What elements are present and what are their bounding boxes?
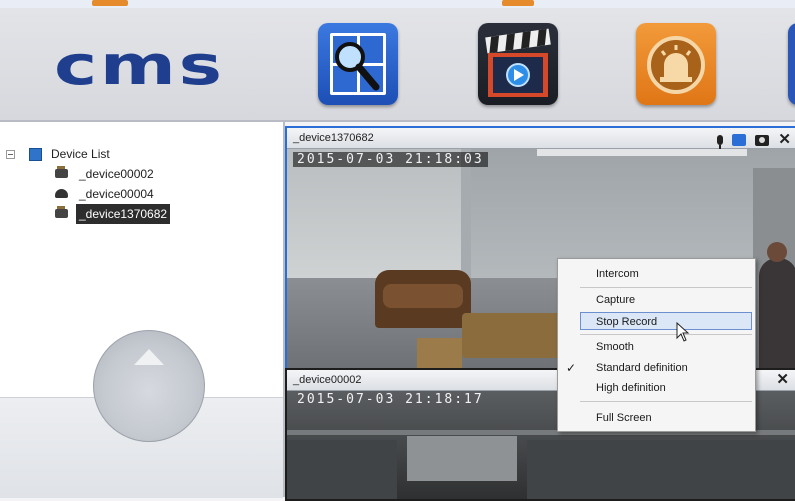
playback-button[interactable] [478,23,558,105]
menu-item-stop-record[interactable]: Stop Record [580,312,752,330]
menu-item-label: Standard definition [596,362,688,374]
menu-item-label: Smooth [596,341,634,353]
microphone-icon[interactable] [717,135,724,150]
context-menu: Intercom Capture Stop Record Smooth ✓ St… [557,258,756,432]
osd-timestamp: 2015-07-03 21:18:17 [297,392,484,407]
playback-icon [485,28,551,97]
device-name: _device00004 [79,187,154,201]
camera-bullet-icon [55,206,68,218]
ptz-wheel[interactable] [93,330,205,442]
menu-item-intercom[interactable]: Intercom [558,265,755,283]
device-list-label: Device List [51,147,110,161]
snapshot-icon[interactable] [755,134,770,146]
menu-separator [580,334,752,335]
orange-mark [92,0,128,6]
alarm-button[interactable] [636,23,716,105]
menu-item-capture[interactable]: Capture [558,291,755,309]
menu-item-high-definition[interactable]: High definition [558,379,755,397]
search-button[interactable] [318,23,398,105]
device-name: _device1370682 [76,204,171,224]
menu-item-label: Intercom [596,268,639,280]
menu-item-label: Full Screen [596,412,652,424]
close-icon[interactable]: ✕ [778,132,791,147]
menu-item-label: High definition [596,382,666,394]
camera-dome-icon [55,189,68,198]
menu-item-label: Stop Record [596,316,658,328]
video-pane-title: _device1370682 [293,132,374,144]
menu-item-label: Capture [596,294,636,306]
checkmark-icon: ✓ [566,361,577,375]
menu-separator [580,401,752,402]
menu-item-smooth[interactable]: Smooth [558,338,755,356]
menu-separator [580,287,752,288]
device-list-icon [29,148,42,161]
osd-timestamp: 2015-07-03 21:18:03 [293,152,488,167]
menu-item-standard-definition[interactable]: ✓ Standard definition [558,359,755,377]
search-icon [330,33,386,95]
camera-bullet-icon [55,166,68,178]
orange-mark [502,0,534,6]
video-pane-title-bar: _device1370682 ✕ [287,128,795,150]
collapse-icon[interactable] [6,150,15,159]
video-pane-title: _device00002 [293,374,362,386]
device-name: _device00002 [79,167,154,181]
record-icon[interactable] [732,134,747,147]
mouse-cursor-icon [676,322,690,342]
app-logo: cms [54,34,225,97]
close-icon[interactable]: ✕ [776,372,789,387]
menu-item-full-screen[interactable]: Full Screen [558,409,755,427]
more-toolbar-button[interactable] [788,23,795,105]
alarm-icon [647,36,705,94]
header-toolbar: cms [0,8,795,122]
